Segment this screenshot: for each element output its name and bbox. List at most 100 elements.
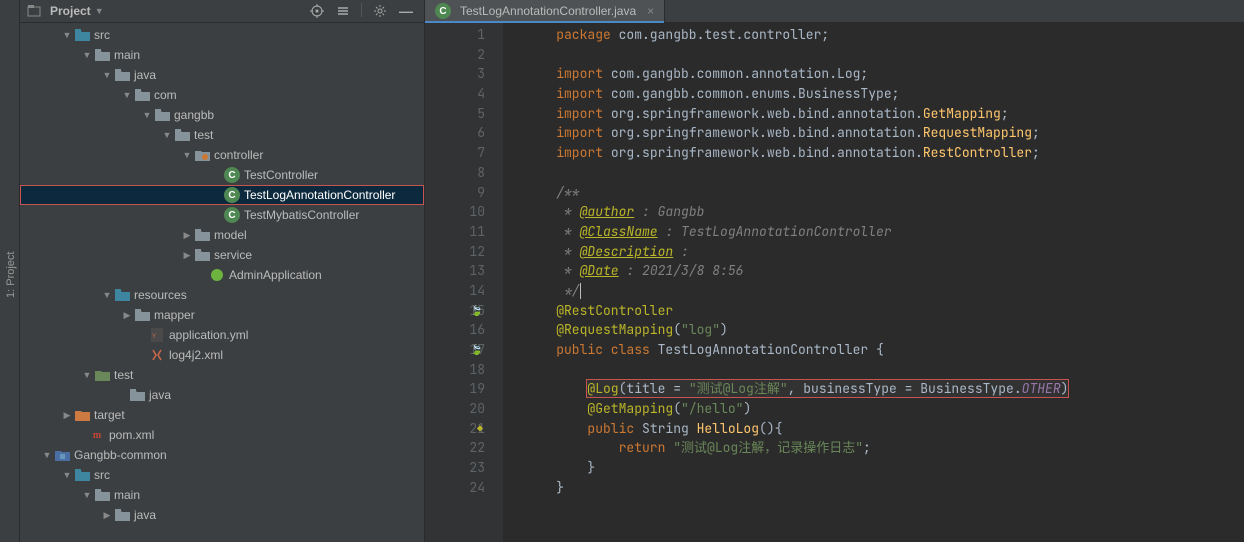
line-number[interactable]: 18 bbox=[425, 360, 485, 380]
line-number[interactable]: 17🍃 bbox=[425, 340, 485, 360]
line-number[interactable]: 7 bbox=[425, 143, 485, 163]
line-number[interactable]: 2 bbox=[425, 45, 485, 65]
line-number[interactable]: 12 bbox=[425, 242, 485, 262]
code-line-15[interactable]: @RestController bbox=[523, 301, 1244, 321]
hide-icon[interactable]: — bbox=[398, 3, 414, 19]
line-number[interactable]: 5 bbox=[425, 104, 485, 124]
tree-item-src[interactable]: ▼src bbox=[20, 465, 424, 485]
code-line-8[interactable] bbox=[523, 163, 1244, 183]
tree-item-testcontroller[interactable]: CTestController bbox=[20, 165, 424, 185]
settings-icon[interactable] bbox=[372, 3, 388, 19]
expand-arrow-icon[interactable]: ▼ bbox=[60, 470, 74, 480]
code-line-13[interactable]: * @Date : 2021/3/8 8:56 bbox=[523, 261, 1244, 281]
code-line-18[interactable] bbox=[523, 360, 1244, 380]
code-line-11[interactable]: * @ClassName : TestLogAnnotationControll… bbox=[523, 222, 1244, 242]
tree-item-testlogannotationcontroller[interactable]: CTestLogAnnotationController bbox=[20, 185, 424, 205]
tree-item-java[interactable]: ▼java bbox=[20, 65, 424, 85]
code-line-16[interactable]: @RequestMapping("log") bbox=[523, 320, 1244, 340]
rail-structure[interactable]: 7: Structure bbox=[0, 8, 3, 542]
code-line-23[interactable]: } bbox=[523, 458, 1244, 478]
expand-arrow-icon[interactable]: ▼ bbox=[80, 50, 94, 60]
expand-arrow-icon[interactable]: ▼ bbox=[100, 70, 114, 80]
line-number[interactable]: 21◆ bbox=[425, 419, 485, 439]
line-number[interactable]: 8 bbox=[425, 163, 485, 183]
expand-arrow-icon[interactable]: ▼ bbox=[80, 490, 94, 500]
expand-arrow-icon[interactable]: ▶ bbox=[60, 410, 74, 421]
line-number[interactable]: 16 bbox=[425, 320, 485, 340]
code-line-2[interactable] bbox=[523, 45, 1244, 65]
expand-arrow-icon[interactable]: ▼ bbox=[180, 150, 194, 160]
code-line-17[interactable]: public class TestLogAnnotationController… bbox=[523, 340, 1244, 360]
code-line-12[interactable]: * @Description : bbox=[523, 242, 1244, 262]
expand-arrow-icon[interactable]: ▼ bbox=[40, 450, 54, 460]
tree-item-gangbb[interactable]: ▼gangbb bbox=[20, 105, 424, 125]
line-number[interactable]: 19 bbox=[425, 379, 485, 399]
line-number[interactable]: 9 bbox=[425, 183, 485, 203]
line-number[interactable]: 23 bbox=[425, 458, 485, 478]
line-number[interactable]: 1 bbox=[425, 25, 485, 45]
line-number[interactable]: 20 bbox=[425, 399, 485, 419]
line-number[interactable]: 10 bbox=[425, 202, 485, 222]
tree-item-java[interactable]: java bbox=[20, 385, 424, 405]
code-line-9[interactable]: /** bbox=[523, 183, 1244, 203]
code-line-21[interactable]: public String HelloLog(){ bbox=[523, 419, 1244, 439]
code-line-20[interactable]: @GetMapping("/hello") bbox=[523, 399, 1244, 419]
tree-item-service[interactable]: ▶service bbox=[20, 245, 424, 265]
expand-arrow-icon[interactable]: ▼ bbox=[140, 110, 154, 120]
line-number[interactable]: 22 bbox=[425, 438, 485, 458]
editor-tab[interactable]: C TestLogAnnotationController.java × bbox=[425, 0, 665, 23]
tree-item-main[interactable]: ▼main bbox=[20, 485, 424, 505]
line-number[interactable]: 15🍃 bbox=[425, 301, 485, 321]
tree-item-test[interactable]: ▼test bbox=[20, 125, 424, 145]
code-editor[interactable]: 123456789101112131415🍃1617🍃18192021◆2223… bbox=[425, 23, 1244, 542]
tree-item-test[interactable]: ▼test bbox=[20, 365, 424, 385]
tree-item-gangbb-common[interactable]: ▼Gangbb-common bbox=[20, 445, 424, 465]
expand-arrow-icon[interactable]: ▼ bbox=[60, 30, 74, 40]
tree-item-model[interactable]: ▶model bbox=[20, 225, 424, 245]
code-line-7[interactable]: import org.springframework.web.bind.anno… bbox=[523, 143, 1244, 163]
rail-project[interactable]: 1: Project bbox=[3, 8, 19, 542]
code-line-6[interactable]: import org.springframework.web.bind.anno… bbox=[523, 123, 1244, 143]
code-content[interactable]: package com.gangbb.test.controller; impo… bbox=[503, 23, 1244, 542]
locate-icon[interactable] bbox=[309, 3, 325, 19]
tree-item-resources[interactable]: ▼resources bbox=[20, 285, 424, 305]
tree-item-java[interactable]: ▶java bbox=[20, 505, 424, 525]
close-icon[interactable]: × bbox=[647, 4, 654, 18]
tree-item-adminapplication[interactable]: AdminApplication bbox=[20, 265, 424, 285]
tree-item-application-yml[interactable]: Yapplication.yml bbox=[20, 325, 424, 345]
expand-arrow-icon[interactable]: ▶ bbox=[120, 310, 134, 321]
tree-item-src[interactable]: ▼src bbox=[20, 25, 424, 45]
line-number[interactable]: 6 bbox=[425, 123, 485, 143]
code-line-1[interactable]: package com.gangbb.test.controller; bbox=[523, 25, 1244, 45]
expand-all-icon[interactable] bbox=[335, 3, 351, 19]
line-number[interactable]: 24 bbox=[425, 478, 485, 498]
tree-item-mapper[interactable]: ▶mapper bbox=[20, 305, 424, 325]
tree-item-main[interactable]: ▼main bbox=[20, 45, 424, 65]
project-tree[interactable]: ▼src▼main▼java▼com▼gangbb▼test▼controlle… bbox=[20, 23, 424, 542]
code-line-22[interactable]: return "测试@Log注解，记录操作日志"; bbox=[523, 438, 1244, 458]
code-line-5[interactable]: import org.springframework.web.bind.anno… bbox=[523, 104, 1244, 124]
expand-arrow-icon[interactable]: ▼ bbox=[100, 290, 114, 300]
tree-item-log4j2-xml[interactable]: log4j2.xml bbox=[20, 345, 424, 365]
tree-item-target[interactable]: ▶target bbox=[20, 405, 424, 425]
code-line-24[interactable]: } bbox=[523, 478, 1244, 498]
expand-arrow-icon[interactable]: ▶ bbox=[180, 250, 194, 261]
code-line-14[interactable]: */ bbox=[523, 281, 1244, 301]
tree-item-com[interactable]: ▼com bbox=[20, 85, 424, 105]
project-panel-title[interactable]: Project ▼ bbox=[26, 3, 309, 19]
tree-item-pom-xml[interactable]: mpom.xml bbox=[20, 425, 424, 445]
line-number[interactable]: 13 bbox=[425, 261, 485, 281]
line-number[interactable]: 4 bbox=[425, 84, 485, 104]
tree-item-testmybatiscontroller[interactable]: CTestMybatisController bbox=[20, 205, 424, 225]
expand-arrow-icon[interactable]: ▶ bbox=[180, 230, 194, 241]
tree-item-controller[interactable]: ▼controller bbox=[20, 145, 424, 165]
line-number[interactable]: 14 bbox=[425, 281, 485, 301]
line-number[interactable]: 3 bbox=[425, 64, 485, 84]
expand-arrow-icon[interactable]: ▶ bbox=[100, 510, 114, 521]
code-line-3[interactable]: import com.gangbb.common.annotation.Log; bbox=[523, 64, 1244, 84]
gutter[interactable]: 123456789101112131415🍃1617🍃18192021◆2223… bbox=[425, 23, 503, 542]
expand-arrow-icon[interactable]: ▼ bbox=[80, 370, 94, 380]
expand-arrow-icon[interactable]: ▼ bbox=[160, 130, 174, 140]
expand-arrow-icon[interactable]: ▼ bbox=[120, 90, 134, 100]
code-line-10[interactable]: * @author : Gangbb bbox=[523, 202, 1244, 222]
